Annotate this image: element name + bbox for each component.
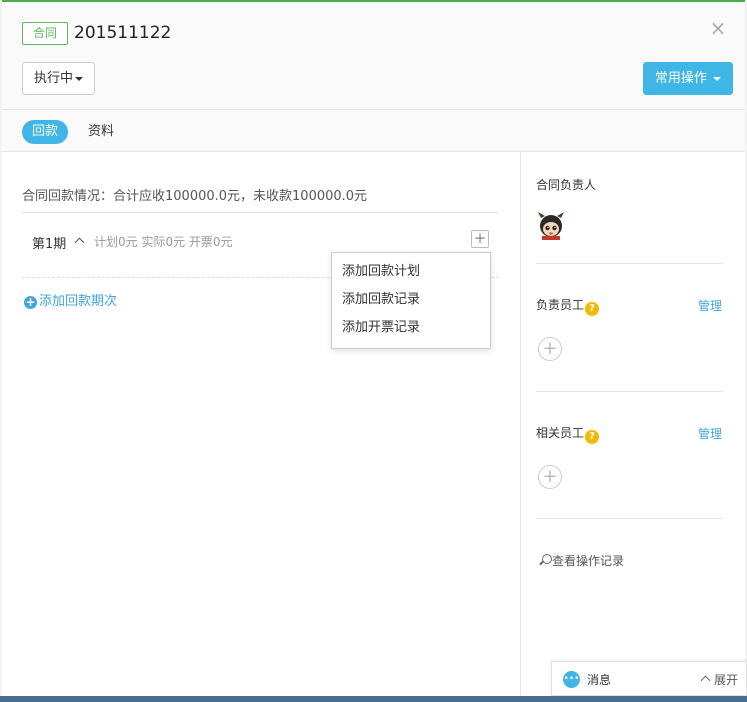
caret-down-icon	[75, 76, 83, 81]
help-icon[interactable]: ?	[585, 430, 600, 444]
chevron-up-icon[interactable]	[74, 237, 85, 248]
related-staff-title: 相关员工?	[536, 424, 600, 444]
add-payment-period-link[interactable]: + 添加回款期次	[24, 290, 117, 309]
tab-materials[interactable]: 资料	[78, 120, 124, 144]
taskbar-strip	[0, 696, 747, 702]
period-add-button[interactable]: +	[471, 230, 489, 248]
status-dropdown[interactable]: 执行中	[22, 62, 95, 95]
add-related-staff-button[interactable]: +	[538, 465, 562, 489]
view-operation-log-link[interactable]: 查看操作记录	[538, 552, 624, 569]
period-stats: 计划0元 实际0元 开票0元	[94, 235, 233, 249]
view-operation-log-label: 查看操作记录	[552, 554, 625, 568]
add-responsible-staff-button[interactable]: +	[538, 337, 562, 361]
period-name: 第1期	[32, 237, 67, 252]
add-payment-period-label: 添加回款期次	[39, 294, 118, 309]
tab-payment[interactable]: 回款	[22, 120, 69, 144]
panel-header: 合同 201511122 × 执行中 常用操作	[2, 2, 745, 110]
manage-responsible-link[interactable]: 管理	[698, 297, 722, 314]
help-icon[interactable]: ?	[585, 302, 600, 316]
contract-type-tag: 合同	[22, 22, 69, 45]
common-operations-label: 常用操作	[654, 71, 707, 86]
close-icon[interactable]: ×	[708, 18, 728, 38]
menu-item-add-payment-record[interactable]: 添加回款记录	[332, 286, 490, 314]
avatar[interactable]	[536, 210, 566, 240]
contract-detail-panel: 合同 201511122 × 执行中 常用操作 回款 资料 合同回款情况：合计应…	[2, 0, 745, 698]
search-icon	[538, 554, 552, 567]
tab-bar: 回款 资料	[2, 110, 745, 152]
menu-item-add-invoice-record[interactable]: 添加开票记录	[332, 314, 490, 342]
payment-summary: 合同回款情况：合计应收100000.0元，未收款100000.0元	[22, 185, 499, 213]
contract-number: 201511122	[74, 23, 172, 43]
responsible-staff-title: 负责员工?	[536, 296, 600, 316]
caret-down-icon	[713, 76, 722, 81]
common-operations-button[interactable]: 常用操作	[643, 62, 733, 95]
expand-label[interactable]: 展开	[714, 671, 738, 688]
side-panel: 合同负责人 负责员工? 管理 + 相关员工? 管理 + 查看操作记录	[522, 152, 745, 698]
divider	[536, 391, 723, 392]
responsible-staff-label: 负责员工	[536, 298, 585, 312]
divider	[536, 263, 723, 264]
main-content: 合同回款情况：合计应收100000.0元，未收款100000.0元 第1期 计划…	[2, 152, 521, 698]
menu-item-add-payment-plan[interactable]: 添加回款计划	[332, 258, 490, 286]
manage-related-link[interactable]: 管理	[698, 425, 722, 442]
message-bar: ••• 消息 展开	[551, 661, 747, 696]
chat-icon[interactable]: •••	[563, 671, 580, 688]
status-label: 执行中	[33, 71, 73, 86]
divider	[536, 518, 723, 519]
message-label[interactable]: 消息	[587, 671, 611, 688]
period-add-menu: 添加回款计划 添加回款记录 添加开票记录	[331, 252, 491, 349]
related-staff-label: 相关员工	[536, 426, 585, 440]
chevron-up-icon[interactable]	[700, 675, 711, 686]
contract-owner-title: 合同负责人	[536, 178, 597, 192]
plus-circle-icon: +	[24, 295, 37, 309]
